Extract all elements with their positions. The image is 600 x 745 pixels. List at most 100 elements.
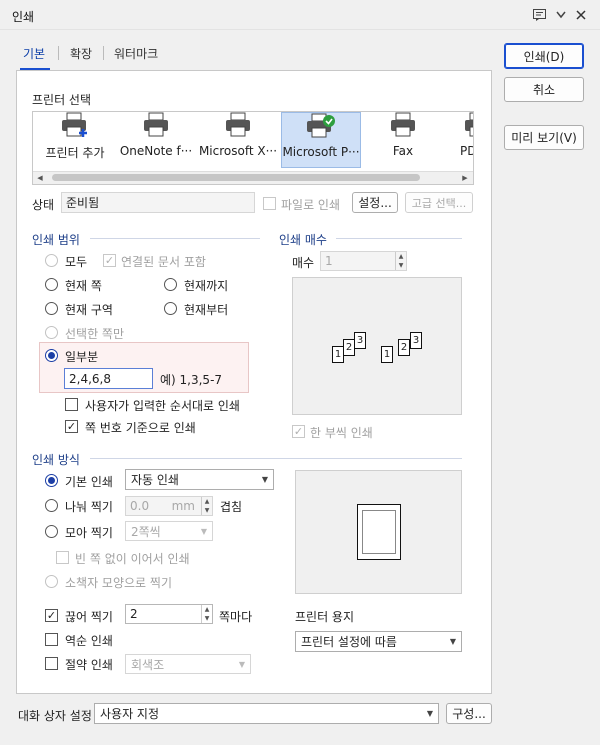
tab-extended[interactable]: 확장 — [70, 45, 92, 62]
chevron-down-icon: ▼ — [426, 709, 433, 718]
group-line — [90, 238, 260, 239]
dialog-settings-label: 대화 상자 설정 — [18, 709, 92, 723]
tab-separator — [103, 46, 104, 60]
scrollbar-thumb[interactable] — [52, 174, 420, 181]
reverse-print-label: 역순 인쇄 — [65, 634, 113, 648]
preview-button[interactable]: 미리 보기(V) — [504, 125, 584, 150]
paper-preview-margin — [362, 510, 396, 554]
split-print-checkbox[interactable]: ✓ — [45, 609, 58, 622]
printer-label: Microsoft X··· — [198, 144, 278, 158]
copies-group-title: 인쇄 매수 — [279, 233, 327, 247]
copies-preview — [292, 277, 462, 415]
dialog-settings-select[interactable]: 사용자 지정 ▼ — [94, 703, 439, 724]
range-group-title: 인쇄 범위 — [32, 233, 80, 247]
printer-select-label: 프린터 선택 — [32, 93, 92, 107]
range-partial-radio[interactable] — [45, 349, 58, 362]
range-partial-label: 일부분 — [65, 350, 99, 364]
reverse-print-checkbox[interactable] — [45, 633, 58, 646]
divide-overlap-input[interactable]: 0.0 mm ▲ ▼ — [125, 496, 213, 516]
range-all-radio[interactable] — [45, 254, 58, 267]
method-basic-radio[interactable] — [45, 474, 58, 487]
printer-default-icon — [307, 113, 335, 138]
scroll-right-icon[interactable]: ▶ — [460, 173, 470, 183]
gather-select[interactable]: 2쪽씩 ▼ — [125, 521, 213, 541]
close-icon[interactable] — [573, 7, 589, 23]
status-label: 상태 — [32, 198, 55, 212]
advanced-button[interactable]: 고급 선택... — [405, 192, 473, 213]
range-selected-pages-label: 선택한 쪽만 — [65, 327, 125, 341]
cancel-button[interactable]: 취소 — [504, 77, 584, 102]
range-current-page-label: 현재 쪽 — [65, 279, 102, 293]
method-group-title: 인쇄 방식 — [32, 453, 80, 467]
tab-separator — [58, 46, 59, 60]
saving-print-label: 절약 인쇄 — [65, 658, 113, 672]
printer-icon — [465, 112, 473, 137]
collate-pages-icon: 3 2 1 — [331, 329, 375, 367]
range-selected-pages-radio[interactable] — [45, 326, 58, 339]
page-number-based-checkbox[interactable]: ✓ — [65, 420, 78, 433]
copies-spinner[interactable]: ▲ ▼ — [395, 252, 406, 270]
paper-select[interactable]: 프린터 설정에 따름 ▼ — [295, 631, 462, 652]
method-divide-radio[interactable] — [45, 499, 58, 512]
printer-item-fax[interactable]: Fax — [358, 112, 448, 168]
title-bar — [0, 0, 600, 30]
paper-label: 프린터 용지 — [295, 610, 355, 624]
saving-print-checkbox[interactable] — [45, 657, 58, 670]
page-number-based-label: 쪽 번호 기준으로 인쇄 — [85, 421, 196, 435]
status-value: 준비됨 — [61, 192, 255, 213]
method-booklet-radio[interactable] — [45, 575, 58, 588]
no-blank-checkbox[interactable] — [56, 551, 69, 564]
split-print-label: 끊어 찍기 — [65, 610, 113, 624]
help-icon[interactable] — [531, 7, 547, 23]
printer-item-pdf[interactable]: Microsoft P··· — [281, 112, 361, 168]
printer-label: Fax — [392, 144, 414, 158]
copies-input[interactable]: 1 ▲ ▼ — [320, 251, 407, 271]
chevron-down-icon: ▼ — [238, 659, 245, 669]
divide-value: 0.0 — [130, 499, 150, 513]
printer-add-icon — [62, 112, 87, 137]
range-to-current-label: 현재까지 — [184, 279, 229, 293]
print-button[interactable]: 인쇄(D) — [504, 43, 584, 69]
user-order-checkbox[interactable] — [65, 398, 78, 411]
printer-item-add[interactable]: 프린터 추가 — [30, 112, 120, 168]
printer-item-xps[interactable]: Microsoft X··· — [193, 112, 283, 168]
split-spinner[interactable]: ▲ ▼ — [201, 605, 212, 623]
user-order-label: 사용자가 입력한 순서대로 인쇄 — [85, 399, 240, 413]
config-button[interactable]: 구성... — [446, 703, 492, 724]
printer-item-onenote[interactable]: OneNote f··· — [111, 112, 201, 168]
printer-label: 프린터 추가 — [45, 146, 105, 160]
include-linked-checkbox[interactable]: ✓ — [103, 254, 116, 267]
method-gather-radio[interactable] — [45, 525, 58, 538]
range-from-current-label: 현재부터 — [184, 303, 229, 317]
chevron-down-icon: ▼ — [449, 637, 456, 646]
printer-icon — [226, 112, 250, 137]
tab-watermark[interactable]: 워터마크 — [114, 45, 158, 62]
saving-mode-select[interactable]: 회색조 ▼ — [125, 654, 251, 674]
printer-label: OneNote f··· — [119, 144, 193, 158]
copies-value: 1 — [325, 254, 333, 268]
method-gather-label: 모아 찍기 — [65, 526, 113, 540]
split-pages-input[interactable]: 2 ▲ ▼ — [125, 604, 213, 624]
collate-checkbox[interactable]: ✓ — [292, 425, 305, 438]
range-current-section-label: 현재 구역 — [65, 303, 113, 317]
scroll-left-icon[interactable]: ◀ — [35, 173, 45, 183]
range-from-current-radio[interactable] — [164, 302, 177, 315]
no-blank-label: 빈 쪽 없이 이어서 인쇄 — [75, 552, 190, 566]
partial-pages-input[interactable]: 2,4,6,8 — [64, 368, 153, 389]
printer-settings-button[interactable]: 설정... — [352, 192, 398, 213]
chevron-down-icon[interactable] — [553, 7, 569, 23]
tab-basic[interactable]: 기본 — [23, 45, 45, 62]
print-to-file-checkbox[interactable] — [263, 197, 276, 210]
method-divide-label: 나눠 찍기 — [65, 500, 113, 514]
basic-print-select[interactable]: 자동 인쇄 ▼ — [125, 469, 274, 490]
printer-icon — [391, 112, 415, 137]
printer-item-pdf-other[interactable]: PD — [446, 112, 473, 172]
range-current-section-radio[interactable] — [45, 302, 58, 315]
group-line — [336, 238, 462, 239]
range-all-label: 모두 — [65, 255, 88, 269]
range-to-current-radio[interactable] — [164, 278, 177, 291]
include-linked-label: 연결된 문서 포함 — [121, 255, 206, 269]
range-current-page-radio[interactable] — [45, 278, 58, 291]
divide-spinner[interactable]: ▲ ▼ — [201, 497, 212, 515]
saving-mode-value: 회색조 — [131, 657, 165, 672]
